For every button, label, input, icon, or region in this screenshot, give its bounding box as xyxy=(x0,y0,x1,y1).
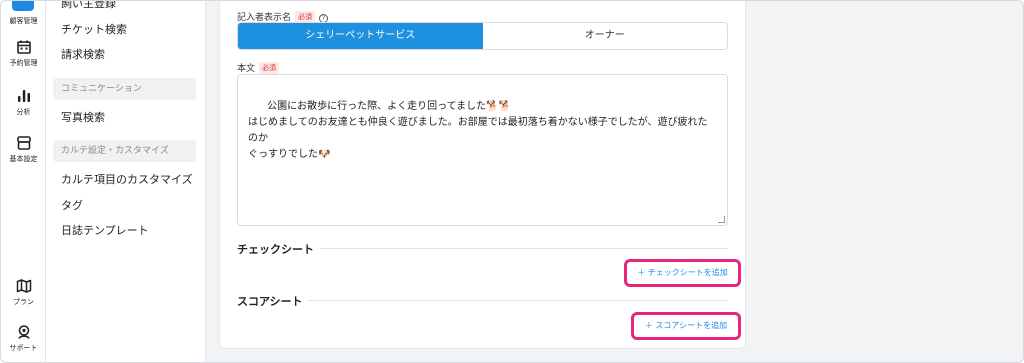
body-text: 公園にお散歩に行った際、よく走り回ってました🐕🐕 はじめましてのお友達とも仲良く… xyxy=(248,101,708,160)
scoresheet-divider xyxy=(308,300,728,301)
rail-item-label: 顧客管理 xyxy=(9,17,38,25)
subnav-item-chart-customize[interactable]: カルテ項目のカスタマイズ xyxy=(61,171,193,187)
checksheet-heading: チェックシート xyxy=(237,243,314,256)
subnav-item-ticket-search[interactable]: チケット検索 xyxy=(61,21,127,37)
subnav-item-invoice-search[interactable]: 請求検索 xyxy=(61,46,105,62)
customer-icon[interactable] xyxy=(12,1,34,11)
add-checksheet-button[interactable]: ＋ チェックシートを追加 xyxy=(624,259,741,287)
subnav-item-owner-register[interactable]: 飼い主登録 xyxy=(61,1,116,11)
rail-item-label: サポート xyxy=(9,344,38,352)
body-field-label: 本文 必須 xyxy=(237,61,280,74)
required-badge: 必須 xyxy=(259,62,280,74)
rail-item-label: 予約管理 xyxy=(9,59,38,67)
settings-box-icon xyxy=(16,136,31,150)
subnav-section-customize: カルテ設定・カスタマイズ xyxy=(53,140,196,162)
subnav-item-diary-template[interactable]: 日誌テンプレート xyxy=(61,222,149,238)
diary-form-card: 記入者表示名 必須? シェリーペットサービス オーナー 本文 必須 公園にお散歩に行… xyxy=(219,1,746,349)
subnav-item-tags[interactable]: タグ xyxy=(61,197,83,213)
rail-item-customer[interactable]: 顧客管理 xyxy=(1,13,46,26)
add-scoresheet-button[interactable]: ＋ スコアシートを追加 xyxy=(631,312,741,340)
body-textarea[interactable]: 公園にお散歩に行った際、よく走り回ってました🐕🐕 はじめましてのお友達とも仲良く… xyxy=(237,74,728,226)
author-option-owner[interactable]: オーナー xyxy=(483,23,728,49)
support-icon xyxy=(17,325,30,339)
rail-item-settings[interactable]: 基本設定 xyxy=(1,135,46,164)
rail-item-support[interactable]: サポート xyxy=(1,324,46,353)
rail-item-label: プラン xyxy=(13,298,34,306)
scoresheet-heading: スコアシート xyxy=(237,295,303,308)
rail-item-analytics[interactable]: 分析 xyxy=(1,88,46,117)
subnav-item-photo-search[interactable]: 写真検索 xyxy=(61,109,105,125)
rail-item-label: 基本設定 xyxy=(9,155,38,163)
rail-item-plan[interactable]: プラン xyxy=(1,278,46,307)
rail-item-label: 分析 xyxy=(16,108,31,116)
author-option-shop[interactable]: シェリーペットサービス xyxy=(238,23,483,49)
checksheet-divider xyxy=(320,248,728,249)
subnav-section-communication: コミュニケーション xyxy=(53,78,196,100)
calendar-icon xyxy=(16,40,31,54)
app-window: 顧客管理 予約管理 分析 基本設定 プラン サポート 飼い主登録 チケット検索 … xyxy=(0,0,1024,363)
body-label-text: 本文 xyxy=(237,64,256,74)
resize-handle-icon[interactable] xyxy=(718,216,725,223)
icon-rail: 顧客管理 予約管理 分析 基本設定 プラン サポート xyxy=(1,1,46,362)
map-icon xyxy=(16,279,31,293)
chart-icon xyxy=(17,90,30,102)
sub-sidebar: 飼い主登録 チケット検索 請求検索 コミュニケーション 写真検索 カルテ設定・カ… xyxy=(46,1,206,362)
author-segmented-control: シェリーペットサービス オーナー xyxy=(237,22,728,50)
rail-item-reservation[interactable]: 予約管理 xyxy=(1,39,46,68)
